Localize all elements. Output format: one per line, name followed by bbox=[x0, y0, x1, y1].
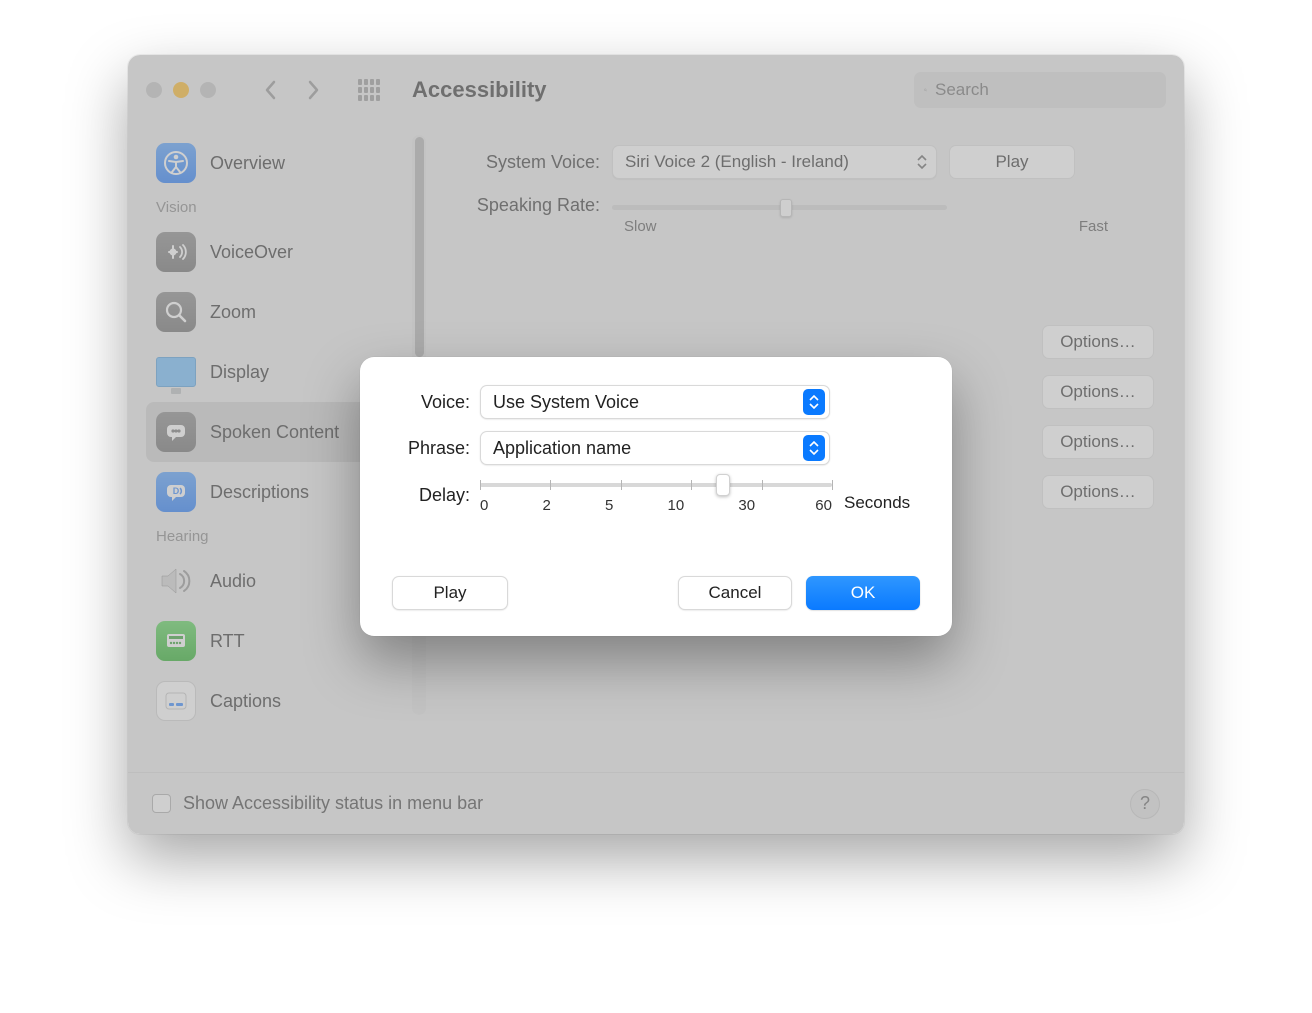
dropdown-stepper-icon bbox=[803, 389, 825, 415]
delay-tick-label: 0 bbox=[480, 497, 488, 514]
delay-tick-label: 30 bbox=[738, 497, 755, 514]
voice-dropdown[interactable]: Use System Voice bbox=[480, 385, 830, 419]
voice-value: Use System Voice bbox=[493, 392, 639, 413]
phrase-value: Application name bbox=[493, 438, 631, 459]
cancel-button[interactable]: Cancel bbox=[678, 576, 792, 610]
phrase-dropdown[interactable]: Application name bbox=[480, 431, 830, 465]
delay-slider[interactable]: 0 2 5 10 30 60 bbox=[480, 477, 832, 514]
announcement-options-sheet: Voice: Use System Voice Phrase: Applicat… bbox=[360, 357, 952, 636]
voice-label: Voice: bbox=[392, 392, 480, 413]
delay-tick-label: 10 bbox=[668, 497, 685, 514]
phrase-label: Phrase: bbox=[392, 438, 480, 459]
ok-button[interactable]: OK bbox=[806, 576, 920, 610]
delay-tick-label: 60 bbox=[815, 497, 832, 514]
delay-tick-label: 2 bbox=[543, 497, 551, 514]
delay-thumb[interactable] bbox=[716, 474, 730, 496]
dropdown-stepper-icon bbox=[803, 435, 825, 461]
preferences-window: Accessibility Overview Vision Vo bbox=[128, 55, 1184, 834]
sheet-play-button[interactable]: Play bbox=[392, 576, 508, 610]
delay-tick-label: 5 bbox=[605, 497, 613, 514]
delay-label: Delay: bbox=[392, 485, 480, 506]
delay-unit-label: Seconds bbox=[844, 493, 910, 514]
